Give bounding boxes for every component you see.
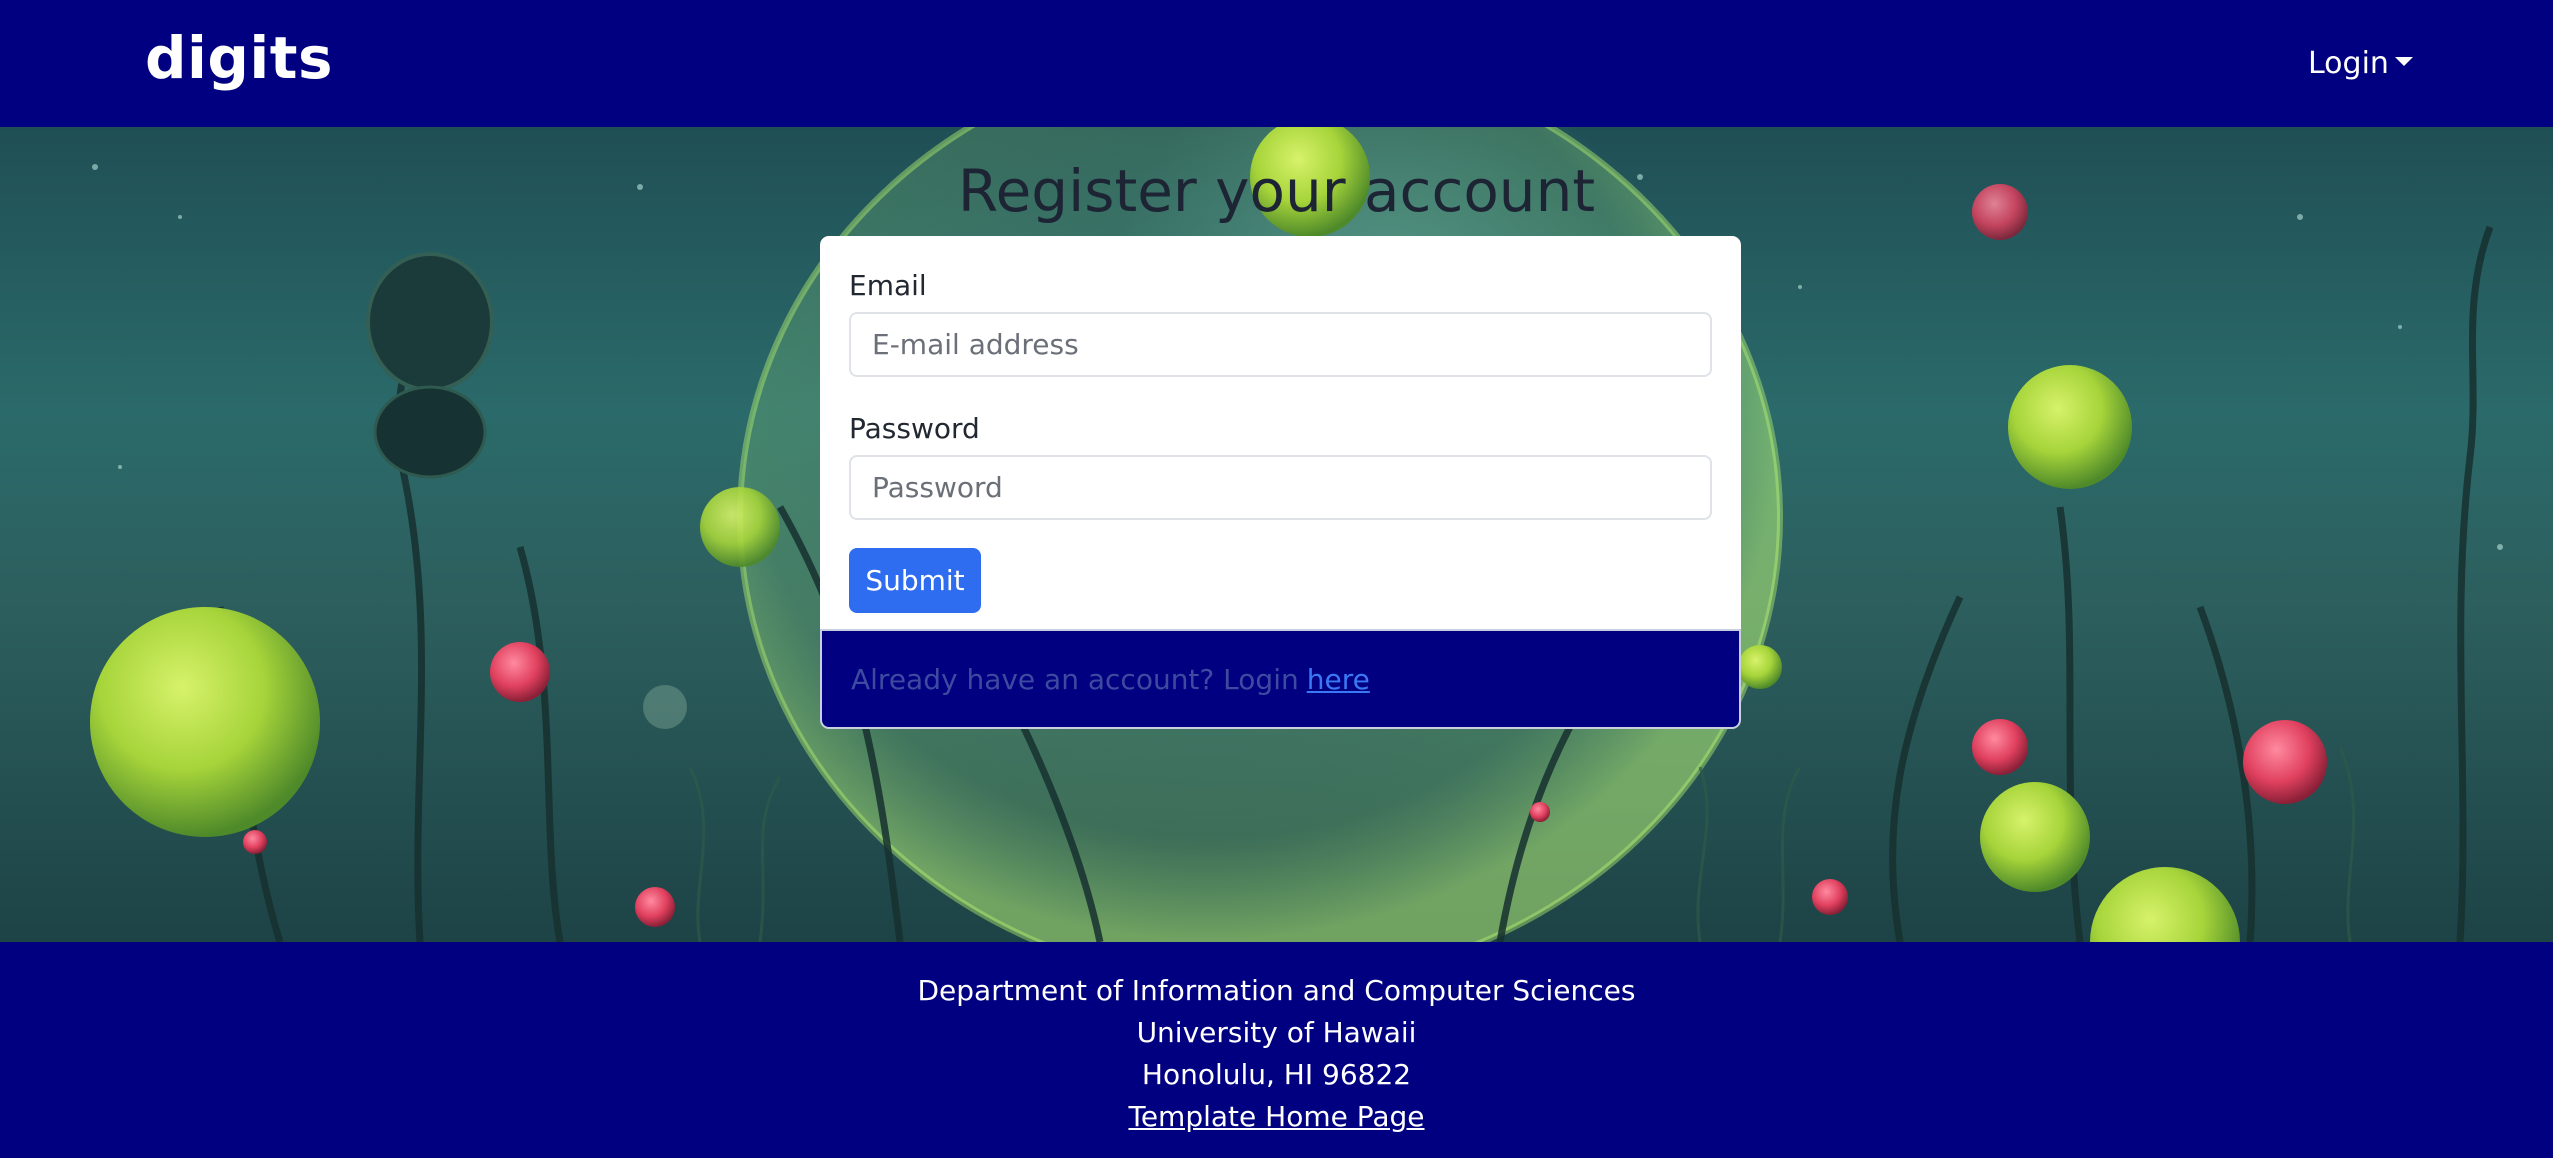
login-dropdown[interactable]: Login xyxy=(2308,44,2413,84)
caret-down-icon xyxy=(2394,56,2413,66)
login-here-link[interactable]: here xyxy=(1307,663,1370,696)
template-home-link[interactable]: Template Home Page xyxy=(1128,1100,1424,1133)
hero-background: Register your account Email Password Sub… xyxy=(0,127,2553,942)
navbar: digits Login xyxy=(0,0,2553,127)
email-input[interactable] xyxy=(849,312,1712,377)
email-label: Email xyxy=(849,269,927,302)
footer-address: Honolulu, HI 96822 xyxy=(1141,1058,1412,1091)
login-prompt-text: Already have an account? Login xyxy=(851,662,1299,696)
password-label: Password xyxy=(849,412,980,445)
login-prompt: Already have an account? Login here xyxy=(820,629,1741,729)
submit-button[interactable]: Submit xyxy=(849,548,981,613)
footer-department: Department of Information and Computer S… xyxy=(917,974,1636,1007)
footer: Department of Information and Computer S… xyxy=(0,942,2553,1158)
register-form: Email Password Submit xyxy=(820,236,1741,629)
login-dropdown-label: Login xyxy=(2308,46,2389,81)
page-title: Register your account xyxy=(957,157,1596,225)
password-group: Password xyxy=(849,411,1712,520)
footer-university: University of Hawaii xyxy=(1136,1016,1417,1049)
password-input[interactable] xyxy=(849,455,1712,520)
brand-logo[interactable]: digits xyxy=(145,22,333,94)
